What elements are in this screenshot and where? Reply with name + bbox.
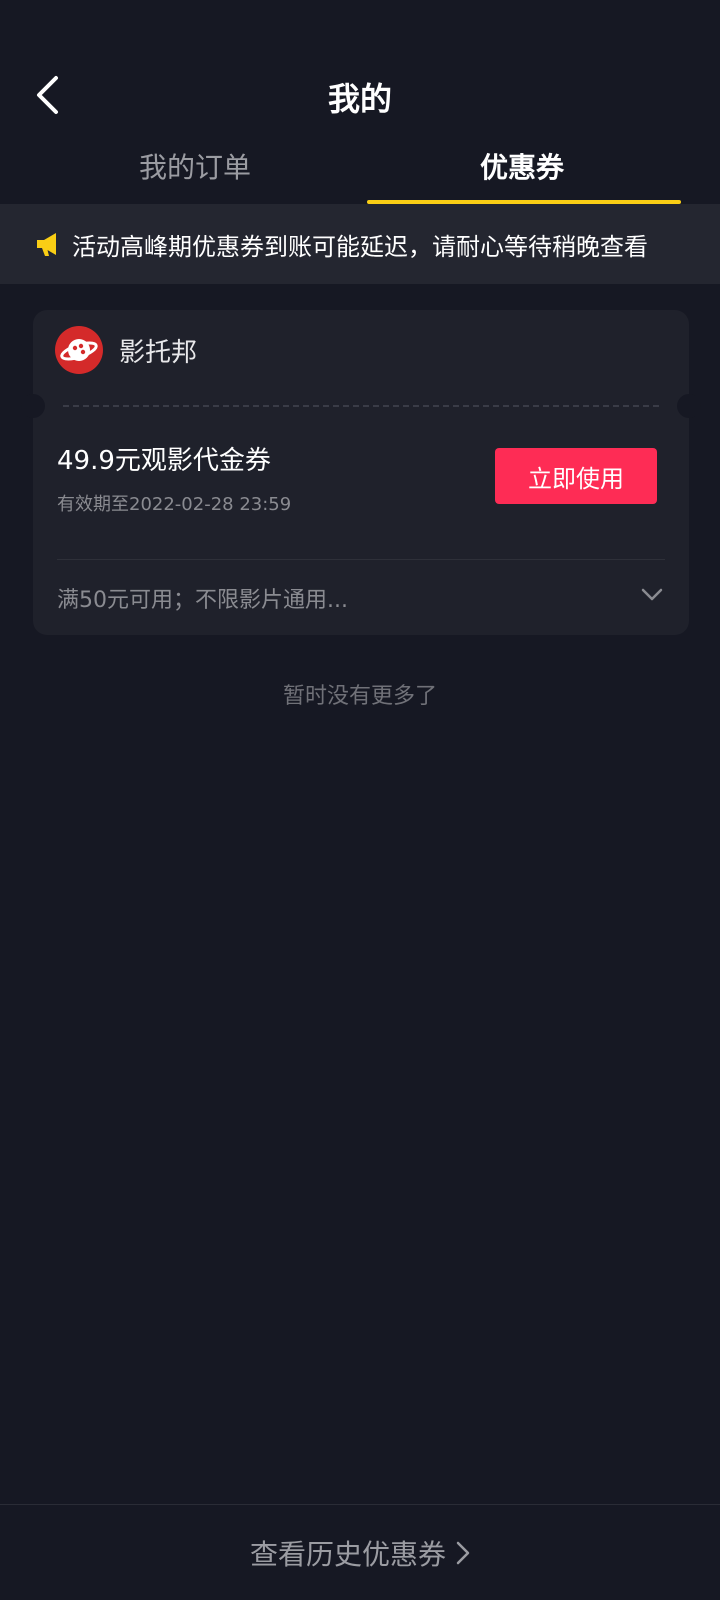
tab-coupons[interactable]: 优惠券 bbox=[367, 140, 677, 204]
coupon-title: 49.9元观影代金券 bbox=[57, 446, 271, 476]
card-notch-right bbox=[677, 394, 701, 418]
use-now-button[interactable]: 立即使用 bbox=[495, 448, 657, 504]
merchant-name: 影托邦 bbox=[119, 337, 198, 368]
megaphone-icon bbox=[37, 233, 56, 256]
card-notch-left bbox=[21, 394, 45, 418]
tab-bar: 我的订单 优惠券 bbox=[0, 140, 720, 204]
coupon-card: 影托邦 49.9元观影代金券 有效期至2022-02-28 23:59 立即使用… bbox=[21, 310, 701, 635]
page-title: 我的 bbox=[327, 80, 392, 118]
coupon-rules: 满50元可用；不限影片通用... bbox=[57, 588, 348, 613]
divider bbox=[57, 559, 665, 560]
list-end-text: 暂时没有更多了 bbox=[282, 684, 437, 709]
notice-banner: 活动高峰期优惠券到账可能延迟，请耐心等待稍晚查看 bbox=[0, 204, 720, 284]
planet-logo-icon bbox=[55, 326, 103, 374]
expand-rules-button[interactable] bbox=[635, 578, 669, 612]
dashed-divider bbox=[63, 405, 659, 407]
chevron-down-icon bbox=[641, 588, 663, 601]
header-bar: 我的 bbox=[0, 60, 720, 130]
history-label: 查看历史优惠券 bbox=[249, 1537, 446, 1571]
chevron-right-icon bbox=[456, 1541, 470, 1565]
notice-text: 活动高峰期优惠券到账可能延迟，请耐心等待稍晚查看 bbox=[72, 232, 648, 261]
tab-my-orders[interactable]: 我的订单 bbox=[40, 140, 350, 204]
coupon-expiry: 有效期至2022-02-28 23:59 bbox=[57, 494, 292, 515]
view-history-coupons-button[interactable]: 查看历史优惠券 bbox=[0, 1504, 720, 1600]
merchant-info: 影托邦 bbox=[55, 326, 197, 374]
